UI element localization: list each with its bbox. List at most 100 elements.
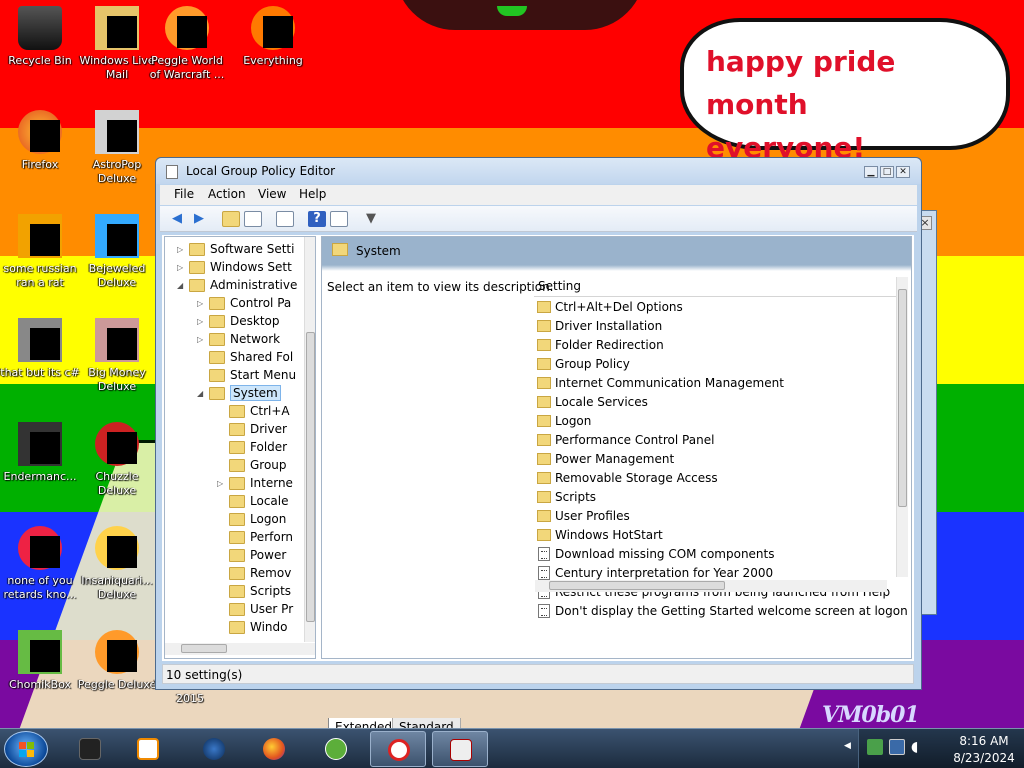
taskbar-pinned-app-1[interactable] bbox=[62, 731, 118, 767]
menu-view[interactable]: View bbox=[258, 187, 286, 201]
tray-app-icon[interactable] bbox=[867, 739, 883, 755]
chuzzle-icon bbox=[95, 422, 139, 466]
clock-time[interactable]: 8:16 AM bbox=[951, 734, 1017, 748]
expand-arrow-icon[interactable]: ▷ bbox=[177, 263, 187, 272]
watermark: VM0b01 bbox=[822, 702, 920, 728]
window-title: Local Group Policy Editor bbox=[186, 164, 336, 178]
description-text: Select an item to view its description. bbox=[327, 280, 554, 294]
back-arrow-icon[interactable]: ◀ bbox=[168, 211, 186, 227]
folder-icon bbox=[537, 472, 551, 484]
up-folder-icon[interactable] bbox=[222, 211, 240, 227]
folder-icon bbox=[209, 297, 225, 310]
film-icon bbox=[325, 738, 347, 760]
setting-label: Locale Services bbox=[555, 395, 648, 409]
desktop-shortcut[interactable]: Bejeweled Deluxe bbox=[77, 214, 157, 290]
desktop-shortcut[interactable]: Insaniquari... Deluxe bbox=[77, 526, 157, 602]
expand-arrow-icon[interactable]: ▷ bbox=[197, 335, 207, 344]
big-money-icon bbox=[95, 318, 139, 362]
folder-icon bbox=[229, 621, 245, 634]
tree-node-label: Windows Sett bbox=[210, 260, 292, 274]
folder-icon bbox=[537, 434, 551, 446]
globe-icon bbox=[203, 738, 225, 760]
show-hide-tree-icon[interactable] bbox=[244, 211, 262, 227]
desktop-shortcut[interactable]: Big Money Deluxe bbox=[77, 318, 157, 394]
folder-icon bbox=[537, 529, 551, 541]
menu-help[interactable]: Help bbox=[299, 187, 326, 201]
setting-label: Internet Communication Management bbox=[555, 376, 784, 390]
desktop-shortcut[interactable]: Peggle Deluxe bbox=[77, 630, 157, 692]
redaction-box bbox=[107, 120, 137, 152]
desktop-shortcut-label: Peggle World of Warcraft ... bbox=[149, 54, 225, 81]
forward-arrow-icon[interactable]: ▶ bbox=[190, 211, 208, 227]
expand-arrow-icon[interactable]: ▷ bbox=[197, 299, 207, 308]
volume-icon[interactable]: ◖ bbox=[911, 739, 927, 755]
everything-icon bbox=[251, 6, 295, 50]
menu-file[interactable]: File bbox=[174, 187, 194, 201]
gpedit-app-icon bbox=[166, 165, 178, 179]
desktop-shortcut[interactable]: that but its c# bbox=[0, 318, 80, 380]
taskbar-no-entry-app[interactable] bbox=[370, 731, 426, 767]
properties-icon[interactable] bbox=[330, 211, 348, 227]
title-bar[interactable]: Local Group Policy Editor ▁ □ ✕ bbox=[156, 158, 921, 184]
folder-icon bbox=[537, 377, 551, 389]
folder-icon bbox=[229, 459, 245, 472]
filter-icon[interactable]: ▼ bbox=[362, 211, 380, 227]
help-icon[interactable]: ? bbox=[308, 211, 326, 227]
desktop-shortcut[interactable]: Everything bbox=[233, 6, 313, 68]
settings-horizontal-scrollbar[interactable] bbox=[535, 580, 887, 592]
tree-vertical-scrollbar[interactable] bbox=[304, 237, 315, 642]
redaction-box bbox=[30, 224, 60, 256]
recycle-bin-icon bbox=[18, 6, 62, 50]
export-list-icon[interactable] bbox=[276, 211, 294, 227]
folder-icon bbox=[537, 301, 551, 313]
settings-vertical-scrollbar[interactable] bbox=[896, 277, 908, 577]
folder-icon bbox=[229, 513, 245, 526]
folder-icon bbox=[537, 339, 551, 351]
desktop-shortcut[interactable]: some russian ran a rat bbox=[0, 214, 80, 290]
setting-label: Removable Storage Access bbox=[555, 471, 718, 485]
desktop-shortcut[interactable]: Endermanc... bbox=[0, 422, 80, 484]
desktop-shortcut[interactable]: none of you retards kno... bbox=[0, 526, 80, 602]
menu-bar: File Action View Help bbox=[160, 185, 917, 205]
system-tray: ◖ 8:16 AM 8/23/2024 bbox=[858, 729, 1024, 768]
tree-horizontal-scrollbar[interactable] bbox=[165, 643, 315, 655]
folder-icon bbox=[229, 567, 245, 580]
redaction-box bbox=[30, 120, 60, 152]
taskbar-group-policy-editor[interactable] bbox=[432, 731, 488, 767]
maximize-button[interactable]: □ bbox=[880, 166, 894, 178]
peggle-wow-icon bbox=[165, 6, 209, 50]
desktop-shortcut[interactable]: ChomikBox bbox=[0, 630, 80, 692]
start-button[interactable] bbox=[4, 731, 48, 767]
desktop-shortcut[interactable]: Firefox bbox=[0, 110, 80, 172]
desktop-shortcut[interactable]: Chuzzle Deluxe bbox=[77, 422, 157, 498]
expand-arrow-icon[interactable]: ◢ bbox=[197, 389, 207, 398]
network-icon[interactable] bbox=[889, 739, 905, 755]
taskbar-media-player[interactable] bbox=[120, 731, 176, 767]
taskbar-globe-app[interactable] bbox=[186, 731, 242, 767]
expand-arrow-icon[interactable]: ▷ bbox=[197, 317, 207, 326]
show-hidden-icons-button[interactable]: ◀ bbox=[840, 729, 856, 768]
close-button[interactable]: ✕ bbox=[896, 166, 910, 178]
desktop-shortcut[interactable]: Windows Live Mail bbox=[77, 6, 157, 82]
expand-arrow-icon[interactable]: ▷ bbox=[217, 479, 227, 488]
expand-arrow-icon[interactable]: ▷ bbox=[177, 245, 187, 254]
redaction-box bbox=[107, 328, 137, 360]
clock-date[interactable]: 8/23/2024 bbox=[947, 751, 1021, 765]
redaction-box bbox=[107, 432, 137, 464]
setting-label: Group Policy bbox=[555, 357, 630, 371]
minimize-button[interactable]: ▁ bbox=[864, 166, 878, 178]
menu-action[interactable]: Action bbox=[208, 187, 246, 201]
desktop-shortcut[interactable]: AstroPop Deluxe bbox=[77, 110, 157, 186]
redaction-box bbox=[30, 432, 60, 464]
taskbar-firefox[interactable] bbox=[246, 731, 302, 767]
redaction-box bbox=[107, 536, 137, 568]
taskbar-media-center[interactable] bbox=[308, 731, 364, 767]
tree-node-label: Perforn bbox=[250, 530, 294, 544]
tree-node-label: Driver bbox=[250, 422, 287, 436]
setting-label: Power Management bbox=[555, 452, 675, 466]
desktop-shortcut[interactable]: Recycle Bin bbox=[0, 6, 80, 68]
desktop-shortcut[interactable]: Peggle World of Warcraft ... bbox=[147, 6, 227, 82]
setting-label: Logon bbox=[555, 414, 592, 428]
expand-arrow-icon[interactable]: ◢ bbox=[177, 281, 187, 290]
setting-column-header[interactable]: Setting bbox=[534, 277, 898, 297]
